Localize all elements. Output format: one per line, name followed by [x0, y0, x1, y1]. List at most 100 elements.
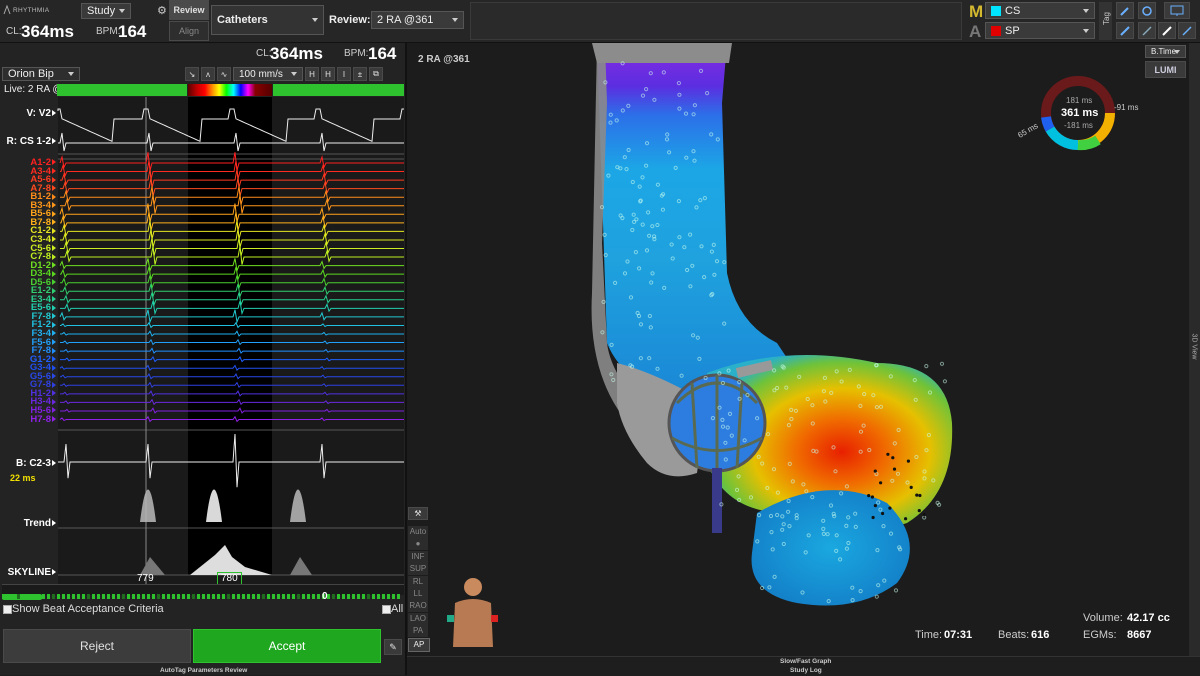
beat-tick [127, 594, 130, 599]
show-beat-checkbox[interactable] [3, 605, 12, 614]
beat-tick [352, 594, 355, 599]
view-button-lao[interactable]: LAO [408, 612, 428, 625]
beat-tick [167, 594, 170, 599]
all-checkbox[interactable] [382, 605, 391, 614]
view-button-ll[interactable]: LL [408, 588, 428, 600]
level-tool-icon[interactable] [1178, 22, 1196, 39]
accept-button[interactable]: Accept [193, 629, 381, 663]
map-point [881, 511, 885, 516]
logo-text: RHYTHMIA [13, 6, 50, 14]
beat-tick [342, 594, 345, 599]
tag-tab[interactable]: Tag [1099, 2, 1112, 40]
catheters-select[interactable]: Catheters [211, 5, 324, 35]
chevron-down-icon [68, 72, 74, 76]
view-button-pa[interactable]: PA [408, 625, 428, 638]
compress-icon[interactable]: ± [353, 67, 367, 81]
autotag-label: AutoTag Parameters Review [160, 667, 248, 674]
beat-tick [17, 594, 20, 599]
reject-button[interactable]: Reject [3, 629, 191, 663]
beat-tick [272, 594, 275, 599]
channel-label-v2: V: V2 [0, 109, 56, 119]
beat-tick [392, 594, 395, 599]
map-point [888, 506, 892, 510]
patient-orientation-icon[interactable] [445, 575, 501, 650]
top-cl-value: 364ms [21, 22, 74, 41]
beat-tick [22, 594, 25, 599]
beat-tick [372, 594, 375, 599]
waveform-icon[interactable]: ∿ [217, 67, 231, 81]
a-catheter-select[interactable]: SP [985, 22, 1095, 39]
beat-tick [357, 594, 360, 599]
egms-label: EGMs: [1083, 629, 1117, 641]
map-point [924, 364, 929, 369]
view-button-rao[interactable]: RAO [408, 600, 428, 613]
beat-tick [292, 594, 295, 599]
beat-tick [72, 594, 75, 599]
b-channel-ms: 22 ms [10, 473, 36, 483]
rotate-tool-icon[interactable] [1138, 2, 1156, 19]
review-label: Review: [329, 14, 371, 26]
beat-marker-icon[interactable]: ʌ [201, 67, 215, 81]
beat-tick [332, 594, 335, 599]
wand-tool-icon[interactable] [1138, 22, 1156, 39]
map-type-select[interactable]: B.Time [1145, 45, 1186, 58]
m-label: M [969, 2, 984, 21]
time-label: Time: [915, 629, 943, 641]
egm-traces[interactable] [0, 97, 406, 607]
pencil-tool-icon[interactable] [1158, 22, 1176, 39]
view-side-tab[interactable]: 3D View [1189, 43, 1200, 656]
panel-bpm-label: BPM: [344, 48, 369, 59]
beat-tick [122, 594, 125, 599]
caliper-h-icon[interactable]: H [321, 67, 335, 81]
view-button-dot[interactable]: ● [408, 538, 428, 551]
tab-align[interactable]: Align [169, 21, 209, 41]
beat-tick [32, 594, 35, 599]
cursor-icon[interactable]: ↘ [185, 67, 199, 81]
beat-tick [182, 594, 185, 599]
view-button-rl[interactable]: RL [408, 575, 428, 588]
map-point [886, 452, 890, 456]
beat-tick [317, 594, 320, 599]
wheel-right-value: -91 ms [1114, 103, 1139, 112]
view-button-ap[interactable]: AP [408, 637, 430, 652]
beat-tick [97, 594, 100, 599]
all-label: All [391, 603, 404, 615]
caliper-icon[interactable]: H [305, 67, 319, 81]
live-status-bar-left [57, 84, 187, 96]
lumi-button[interactable]: LUMI [1145, 61, 1186, 78]
trend-label: Trend [0, 519, 56, 529]
gear-icon[interactable]: ⚙ [157, 4, 167, 17]
svc-region [597, 43, 797, 403]
egm-toolbar: ↘ ʌ ∿ 100 mm/s H H I ± ⧉ [185, 67, 403, 81]
notes-icon[interactable]: ✎ [384, 639, 402, 655]
monitor-tool-icon[interactable] [1164, 2, 1190, 19]
m-catheter-select[interactable]: CS [985, 2, 1095, 19]
review-select[interactable]: 2 RA @361 [371, 11, 464, 29]
expand-icon[interactable]: I [337, 67, 351, 81]
popout-icon[interactable]: ⧉ [369, 67, 383, 81]
sweep-speed-select[interactable]: 100 mm/s [233, 67, 303, 81]
electrode-mode-select[interactable]: Orion Bip [2, 67, 80, 81]
view-button-sup[interactable]: SUP [408, 563, 428, 576]
tool-hammer-icon[interactable]: ⚒ [408, 507, 428, 520]
beat-tick [242, 594, 245, 599]
slow-fast-graph-tab[interactable]: Slow/Fast Graph [780, 658, 831, 665]
study-log-tab[interactable]: Study Log [790, 667, 822, 674]
map-point [942, 379, 948, 384]
panel-bpm-value: 164 [368, 44, 397, 63]
channel-label-h7-8[interactable]: H7-8 [0, 414, 56, 424]
map-point [935, 500, 940, 505]
probe-tool-icon[interactable] [1116, 22, 1134, 39]
wheel-bottom-value: -181 ms [1064, 121, 1093, 130]
beat-tick [7, 594, 10, 599]
beat-tick [307, 594, 310, 599]
chevron-down-icon [1174, 49, 1180, 54]
view-button-inf[interactable]: INF [408, 550, 428, 563]
pin-tool-icon[interactable] [1116, 2, 1134, 19]
top-bpm-value: 164 [118, 22, 147, 41]
tab-review[interactable]: Review [169, 0, 209, 20]
view-button-auto[interactable]: Auto [408, 526, 428, 538]
cs-color-swatch [991, 5, 1001, 16]
study-select[interactable]: Study [81, 3, 131, 19]
beat-tick [67, 594, 70, 599]
